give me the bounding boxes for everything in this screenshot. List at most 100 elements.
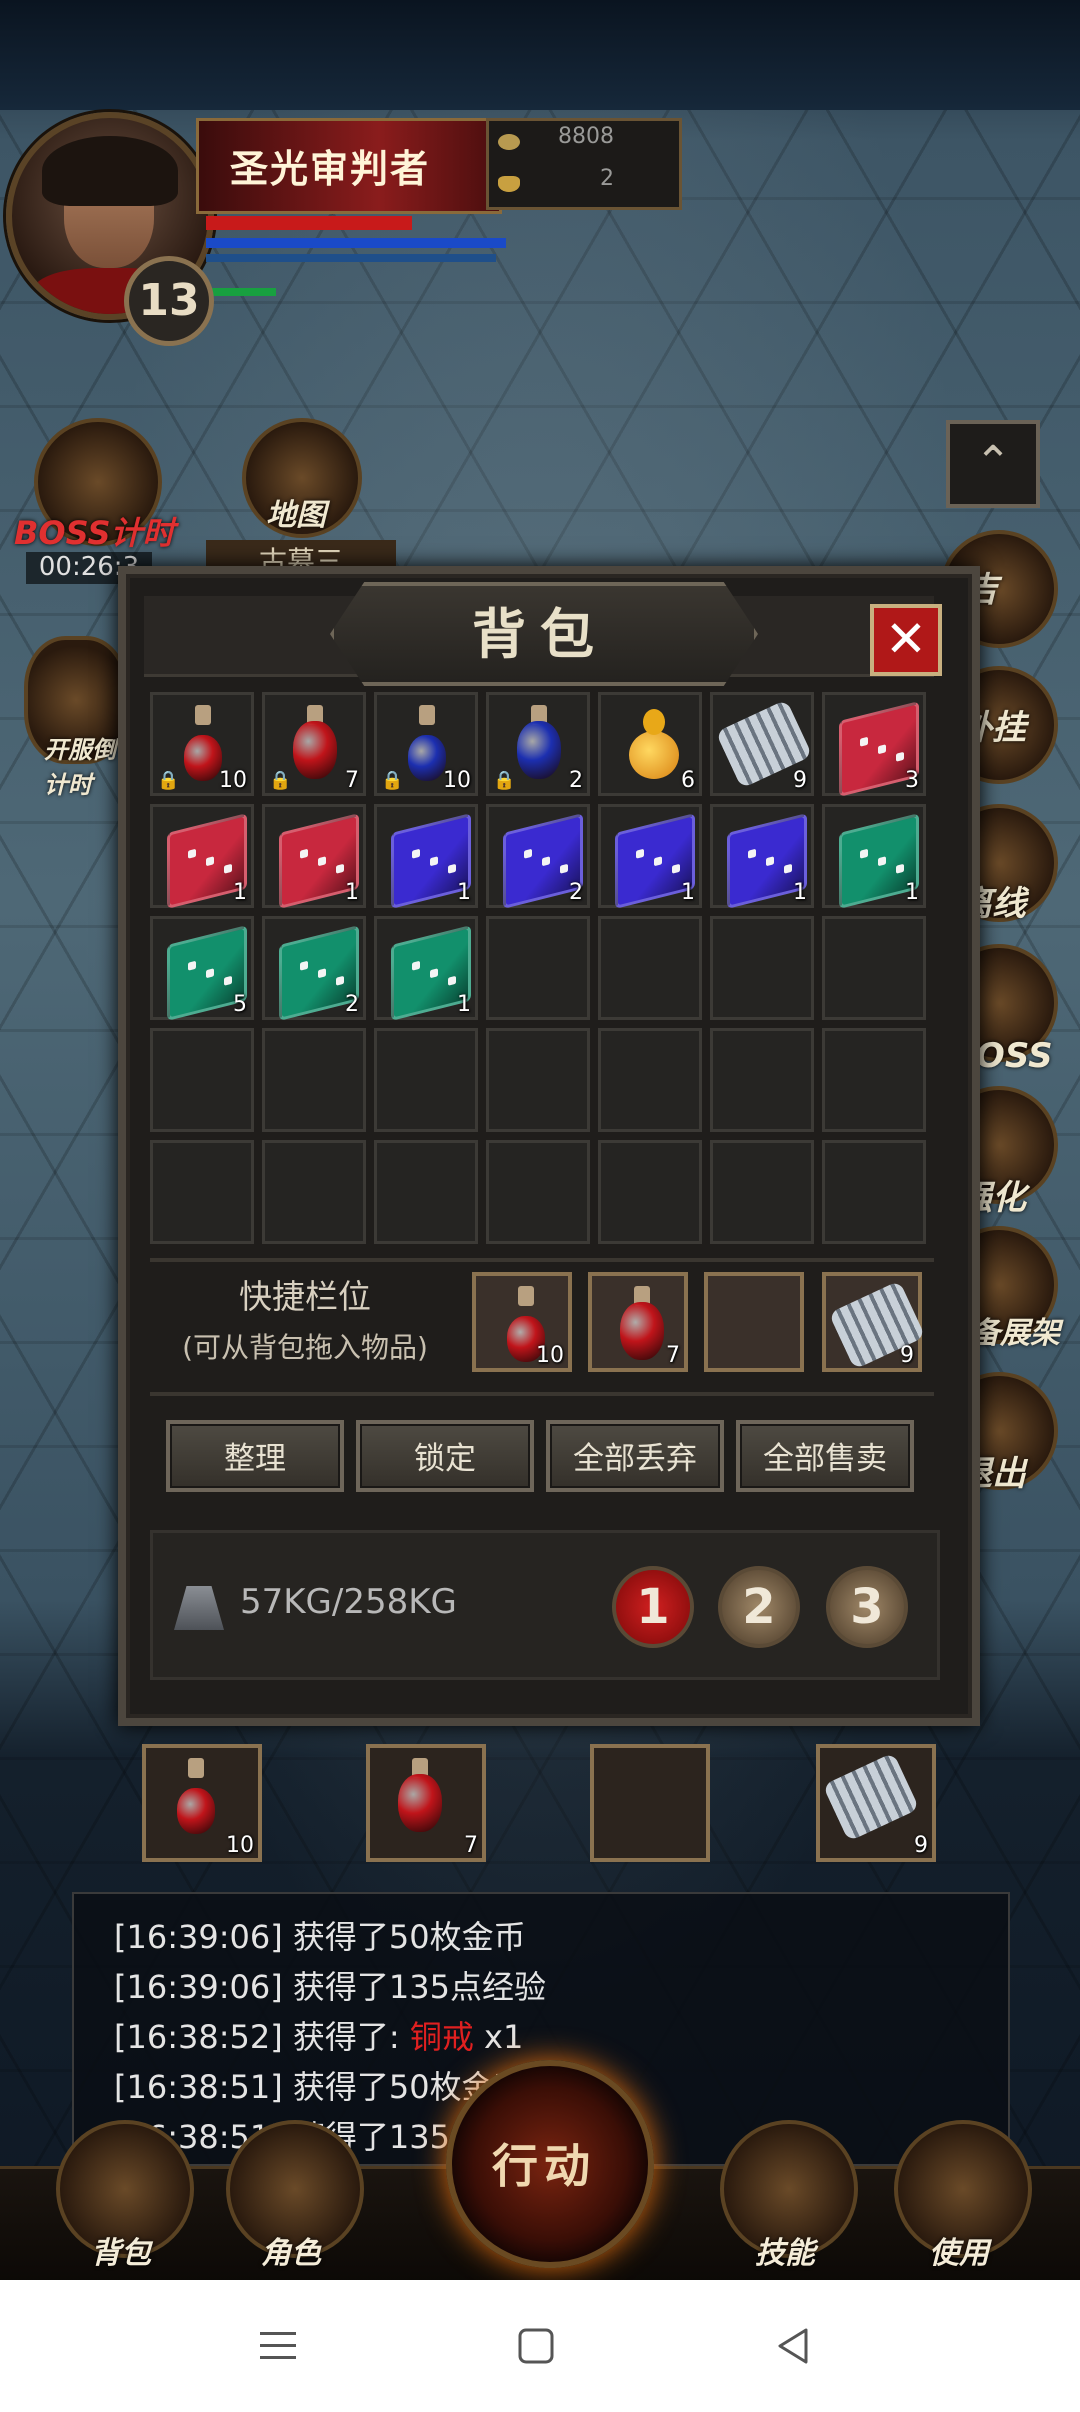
collapse-up-button[interactable]: ⌃ xyxy=(946,420,1040,508)
ingot-amount: 2 xyxy=(600,166,614,191)
red-potion-large-icon xyxy=(289,705,341,785)
quick-slot-title: 快捷栏位 xyxy=(239,1277,371,1316)
open-server-label: 开服倒计时 xyxy=(44,736,116,799)
page-button-3[interactable]: 3 xyxy=(826,1566,908,1648)
mp-bar-secondary xyxy=(206,254,496,262)
quick-slot[interactable]: 7 xyxy=(588,1272,688,1372)
action-label: 行动 xyxy=(492,2139,596,2193)
chat-line: [16:39:06] 获得了135点经验 xyxy=(114,1968,546,2006)
empty-bag-slot[interactable] xyxy=(710,916,814,1020)
skill-nav-label: 技能 xyxy=(755,2236,815,2271)
lock-icon: 🔒 xyxy=(157,770,180,791)
bag-slot[interactable]: 1 xyxy=(150,804,254,909)
hotbar-slot[interactable]: 9 xyxy=(816,1744,936,1862)
item-count: 2 xyxy=(345,992,359,1017)
item-count: 9 xyxy=(914,1833,928,1858)
empty-bag-slot[interactable] xyxy=(374,1140,478,1244)
empty-bag-slot[interactable] xyxy=(598,1028,702,1132)
chat-line: [16:39:06] 获得了50枚金币 xyxy=(114,1918,526,1956)
map-label: 地图 xyxy=(266,498,326,533)
bag-slot[interactable]: 1 xyxy=(374,804,478,909)
system-nav-bar xyxy=(0,2280,1080,2412)
empty-bag-slot[interactable] xyxy=(822,1140,926,1244)
empty-bag-slot[interactable] xyxy=(486,916,590,1020)
blue-potion-large-icon xyxy=(513,705,565,785)
bag-slot[interactable]: 🔒 10 xyxy=(374,692,478,796)
bag-nav-label: 背包 xyxy=(91,2236,151,2271)
hotbar-slot[interactable] xyxy=(590,1744,710,1862)
empty-bag-slot[interactable] xyxy=(822,916,926,1020)
bag-slot[interactable]: 1 xyxy=(374,916,478,1021)
back-icon[interactable] xyxy=(772,2324,816,2368)
bag-slot[interactable]: 3 xyxy=(822,692,926,797)
item-count: 10 xyxy=(536,1343,564,1368)
item-count: 6 xyxy=(681,768,695,793)
item-count: 3 xyxy=(905,768,919,793)
bag-slot[interactable]: 1 xyxy=(598,804,702,909)
chat-line: [16:38:51] 获得了50枚金币 xyxy=(114,2068,526,2106)
hotbar-slot[interactable]: 10 xyxy=(142,1744,262,1862)
item-count: 10 xyxy=(443,768,471,793)
lock-icon: 🔒 xyxy=(493,770,516,791)
bag-weight: 57KG/258KG xyxy=(240,1582,457,1622)
red-potion-large-icon xyxy=(616,1286,668,1366)
empty-bag-slot[interactable] xyxy=(374,1028,478,1132)
bag-slot[interactable]: 2 xyxy=(486,804,590,909)
bag-slot[interactable]: 2 xyxy=(262,916,366,1021)
empty-bag-slot[interactable] xyxy=(150,1140,254,1244)
bag-slot[interactable]: 1 xyxy=(710,804,814,909)
top-scenery xyxy=(0,0,1080,110)
empty-bag-slot[interactable] xyxy=(150,1028,254,1132)
menu-icon[interactable] xyxy=(256,2324,300,2368)
item-count: 10 xyxy=(226,1833,254,1858)
close-button[interactable]: ✕ xyxy=(870,604,942,676)
empty-bag-slot[interactable] xyxy=(598,1140,702,1244)
quick-slot[interactable]: 9 xyxy=(822,1272,926,1372)
lock-icon: 🔒 xyxy=(381,770,404,791)
quick-slot[interactable]: 10 xyxy=(472,1272,572,1372)
lock-button[interactable]: 锁定 xyxy=(356,1420,534,1492)
empty-bag-slot[interactable] xyxy=(710,1140,814,1244)
bag-slot[interactable]: 1 xyxy=(262,804,366,909)
discard-all-button[interactable]: 全部丢弃 xyxy=(546,1420,724,1492)
page-button-2[interactable]: 2 xyxy=(718,1566,800,1648)
page-button-1[interactable]: 1 xyxy=(612,1566,694,1648)
quick-slot[interactable] xyxy=(704,1272,804,1372)
empty-bag-slot[interactable] xyxy=(486,1028,590,1132)
item-count: 9 xyxy=(900,1343,914,1368)
gold-gourd-icon xyxy=(629,709,679,779)
item-count: 2 xyxy=(569,880,583,905)
item-count: 7 xyxy=(464,1833,478,1858)
empty-bag-slot[interactable] xyxy=(486,1140,590,1244)
bag-slot[interactable]: 9 xyxy=(710,692,814,796)
gold-amount: 8808 xyxy=(558,124,614,149)
bag-slot[interactable]: 6 xyxy=(598,692,702,796)
bag-slot[interactable]: 5 xyxy=(150,916,254,1021)
item-count: 1 xyxy=(233,880,247,905)
empty-bag-slot[interactable] xyxy=(710,1028,814,1132)
hotbar-slot[interactable]: 7 xyxy=(366,1744,486,1862)
empty-bag-slot[interactable] xyxy=(822,1028,926,1132)
silver-scroll-icon xyxy=(822,1752,920,1842)
item-count: 5 xyxy=(233,992,247,1017)
bag-slot[interactable]: 1 xyxy=(822,804,926,909)
lock-icon: 🔒 xyxy=(269,770,292,791)
player-name: 圣光审判者 xyxy=(230,147,431,191)
item-count: 1 xyxy=(345,880,359,905)
divider xyxy=(150,1258,934,1262)
exp-bar xyxy=(206,288,276,296)
bag-slot[interactable]: 🔒 7 xyxy=(262,692,366,796)
bag-slot[interactable]: 🔒 10 xyxy=(150,692,254,796)
empty-bag-slot[interactable] xyxy=(262,1140,366,1244)
empty-bag-slot[interactable] xyxy=(598,916,702,1020)
bag-title: 背包 xyxy=(472,602,608,666)
home-icon[interactable] xyxy=(514,2324,558,2368)
empty-bag-slot[interactable] xyxy=(262,1028,366,1132)
item-count: 7 xyxy=(345,768,359,793)
item-count: 2 xyxy=(569,768,583,793)
sort-button[interactable]: 整理 xyxy=(166,1420,344,1492)
sell-all-button[interactable]: 全部售卖 xyxy=(736,1420,914,1492)
bag-slot[interactable]: 🔒 2 xyxy=(486,692,590,796)
item-count: 1 xyxy=(793,880,807,905)
avatar-hair xyxy=(42,136,178,206)
